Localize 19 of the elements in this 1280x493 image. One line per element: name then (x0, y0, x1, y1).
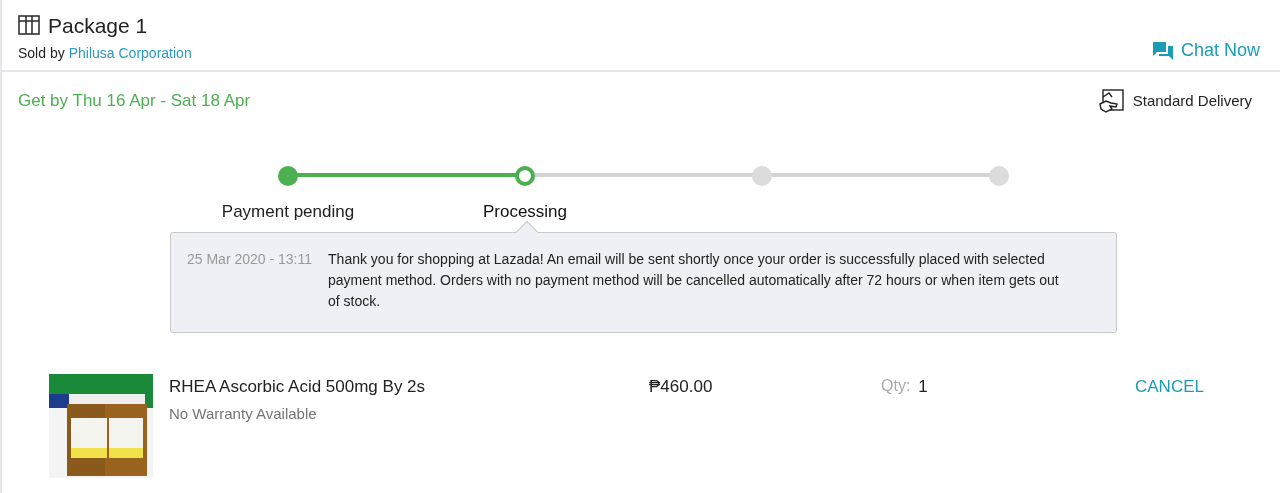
chat-icon (1152, 41, 1173, 60)
step-label: Processing (481, 200, 569, 223)
step-label: Payment pending (220, 200, 356, 223)
package-icon (18, 15, 40, 36)
message-text: Thank you for shopping at Lazada! An email will be sent shortly once your order is successfully placed with selected payment method. Orders with no payment method will be cancelled automatically after 72 hours or when item gets out of stock. (328, 249, 1060, 311)
seller-link[interactable]: Philusa Corporation (68, 43, 192, 64)
warranty-text: No Warranty Available (169, 404, 318, 424)
sold-by-label: Sold by (18, 44, 65, 63)
cancel-button[interactable]: CANCEL (1135, 373, 1204, 399)
package-title: Package 1 (48, 12, 148, 39)
qty-label: Qty: (881, 375, 911, 396)
product-name[interactable]: RHEA Ascorbic Acid 500mg By 2s (169, 373, 649, 399)
message-time: 25 Mar 2020 - 13:11 (187, 249, 313, 269)
qty-value: 1 (918, 375, 928, 398)
chat-now-button[interactable]: Chat Now (1152, 37, 1260, 64)
delivery-estimate: Get by Thu 16 Apr - Sat 18 Apr (18, 90, 251, 112)
product-price: ₱460.00 (649, 375, 714, 398)
delivery-hand-icon (1098, 88, 1125, 113)
delivery-method: Standard Delivery (1132, 90, 1252, 111)
